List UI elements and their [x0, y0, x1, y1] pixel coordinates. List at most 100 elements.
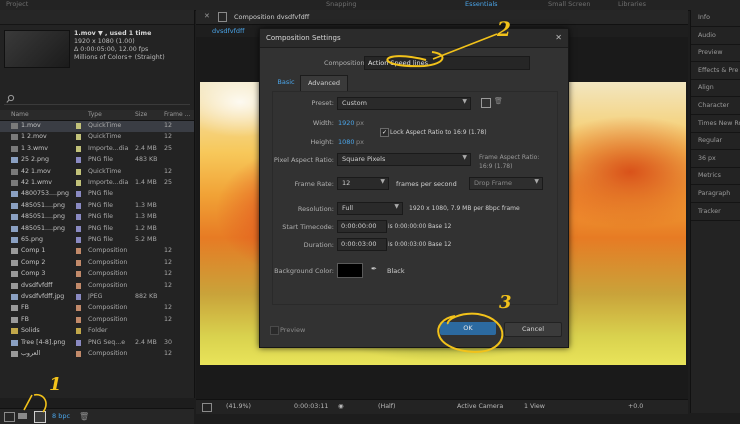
width-value[interactable]: 1920 [338, 119, 355, 127]
composition-breadcrumb[interactable]: dvsdfvfdff [212, 27, 245, 35]
background-color-swatch[interactable] [337, 263, 363, 278]
project-item-row[interactable]: 485051....png PNG file 1.2 MB [0, 224, 194, 235]
label-color-swatch[interactable] [76, 225, 81, 232]
project-item-row[interactable]: Comp 2 Composition 12 [0, 258, 194, 269]
label-color-swatch[interactable] [76, 328, 81, 335]
right-panel-item[interactable]: Align [691, 80, 740, 98]
label-color-swatch[interactable] [76, 282, 81, 289]
resolution-dropdown[interactable]: (Half) [378, 403, 395, 410]
column-frame-rate[interactable]: Frame ... [164, 111, 190, 118]
label-color-swatch[interactable] [76, 157, 81, 164]
right-panel-item[interactable]: Tracker [691, 204, 740, 221]
bit-depth-button[interactable]: 8 bpc [52, 412, 70, 420]
project-item-row[interactable]: 485051....png PNG file 1.3 MB [0, 212, 194, 223]
project-item-row[interactable]: Tree [4-8].png PNG Seq...e 2.4 MB 30 [0, 338, 194, 349]
label-color-swatch[interactable] [76, 316, 81, 323]
project-item-row[interactable]: 1.mov QuickTime 12 [0, 121, 194, 132]
project-search-input[interactable] [4, 94, 190, 105]
close-icon[interactable]: ✕ [555, 33, 562, 42]
new-folder-icon[interactable] [18, 413, 27, 419]
label-color-swatch[interactable] [76, 202, 81, 209]
column-type[interactable]: Type [88, 111, 102, 118]
duration-field[interactable]: 0:00:03:00 [337, 238, 387, 251]
label-color-swatch[interactable] [76, 237, 81, 243]
delete-preset-icon[interactable]: 🗑 [494, 97, 503, 105]
drop-frame-dropdown[interactable]: Drop Frame ▼ [469, 177, 543, 190]
label-color-swatch[interactable] [76, 248, 81, 255]
right-panel-item[interactable]: Times New Ro [691, 116, 740, 133]
frame-rate-dropdown[interactable]: 12 ▼ [337, 177, 389, 190]
lock-icon[interactable] [218, 12, 227, 22]
label-color-swatch[interactable] [76, 294, 81, 300]
label-color-swatch[interactable] [76, 191, 81, 198]
cancel-button[interactable]: Cancel [504, 322, 562, 337]
start-timecode-field[interactable]: 0:00:00:00 [337, 220, 387, 233]
label-color-swatch[interactable] [76, 305, 81, 312]
project-item-row[interactable]: العروب Composition 12 [0, 349, 194, 360]
project-item-row[interactable]: Comp 1 Composition 12 [0, 246, 194, 257]
eyedropper-icon[interactable]: ✒ [371, 265, 377, 273]
composition-name-field[interactable]: Action Speed lines [364, 56, 530, 70]
project-item-row[interactable]: FB Composition 12 [0, 315, 194, 326]
label-color-swatch[interactable] [76, 123, 81, 129]
project-item-row[interactable]: 42 1.mov QuickTime 12 [0, 167, 194, 178]
label-color-swatch[interactable] [76, 271, 81, 278]
project-item-row[interactable]: 4800753....png PNG file [0, 189, 194, 200]
project-item-row[interactable]: Solids Folder [0, 326, 194, 337]
right-panel-item[interactable]: Regular [691, 133, 740, 151]
project-item-row[interactable]: dvsdfvfdff.jpg JPEG 882 KB [0, 292, 194, 303]
trash-icon[interactable]: 🗑 [79, 412, 89, 421]
workspace-essentials[interactable]: Essentials [465, 0, 498, 8]
workspace-libraries[interactable]: Libraries [618, 0, 646, 8]
project-panel-tab[interactable]: Project [6, 0, 28, 8]
right-panel-item[interactable]: Info [691, 10, 740, 27]
project-item-row[interactable]: FB Composition 12 [0, 303, 194, 314]
composition-tab[interactable]: Composition dvsdfvfdff [234, 13, 309, 21]
project-item-row[interactable]: 1 3.wmv Importe...dia 2.4 MB 25 [0, 144, 194, 155]
ok-button[interactable]: OK [440, 322, 496, 335]
lock-aspect-checkbox[interactable]: ✓ [380, 128, 389, 137]
pixel-aspect-dropdown[interactable]: Square Pixels ▼ [337, 153, 471, 166]
project-item-row[interactable]: 65.png PNG file 5.2 MB [0, 235, 194, 246]
current-time-display[interactable]: 0:00:03:11 [294, 403, 328, 410]
column-size[interactable]: Size [135, 111, 147, 118]
tab-advanced[interactable]: Advanced [300, 75, 348, 92]
label-color-swatch[interactable] [76, 214, 81, 221]
label-color-swatch[interactable] [76, 259, 81, 266]
project-item-row[interactable]: dvsdfvfdff Composition 12 [0, 281, 194, 292]
interpret-footage-icon[interactable] [4, 412, 15, 422]
right-panel-item[interactable]: Preview [691, 45, 740, 63]
height-value[interactable]: 1080 [338, 138, 355, 146]
exposure-value[interactable]: +0.0 [628, 403, 643, 410]
workspace-small-screen[interactable]: Small Screen [548, 0, 590, 8]
right-panel-item[interactable]: Audio [691, 28, 740, 45]
right-panel-item[interactable]: Metrics [691, 168, 740, 186]
resolution-dropdown[interactable]: Full ▼ [337, 202, 403, 215]
right-panel-item[interactable]: Paragraph [691, 186, 740, 203]
close-icon[interactable]: ✕ [204, 12, 210, 20]
label-color-swatch[interactable] [76, 134, 81, 141]
tab-basic[interactable]: Basic [272, 75, 300, 90]
view-layout-dropdown[interactable]: 1 View [524, 403, 545, 410]
project-item-row[interactable]: 25 2.png PNG file 483 KB [0, 155, 194, 166]
project-item-row[interactable]: Comp 3 Composition 12 [0, 269, 194, 280]
camera-dropdown[interactable]: Active Camera [457, 403, 503, 410]
project-item-row[interactable]: 485051....png PNG file 1.3 MB [0, 201, 194, 212]
column-name[interactable]: Name [11, 111, 29, 118]
project-item-row[interactable]: 42 1.wmv Importe...dia 1.4 MB 25 [0, 178, 194, 189]
right-panel-item[interactable]: Character [691, 98, 740, 115]
save-preset-icon[interactable] [481, 98, 491, 108]
always-preview-icon[interactable] [202, 403, 212, 412]
label-color-swatch[interactable] [76, 351, 81, 357]
preview-checkbox[interactable] [270, 326, 279, 335]
magnification-dropdown[interactable]: (41.9%) [226, 403, 251, 410]
right-panel-item[interactable]: Effects & Pre [691, 63, 740, 80]
snapshot-icon[interactable]: ◉ [338, 403, 344, 410]
label-color-swatch[interactable] [76, 145, 81, 152]
preset-dropdown[interactable]: Custom ▼ [337, 97, 471, 110]
label-color-swatch[interactable] [76, 168, 81, 175]
label-color-swatch[interactable] [76, 180, 81, 186]
snapping-toggle[interactable]: Snapping [326, 0, 357, 8]
label-color-swatch[interactable] [76, 339, 81, 346]
right-panel-item[interactable]: 36 px [691, 151, 740, 168]
